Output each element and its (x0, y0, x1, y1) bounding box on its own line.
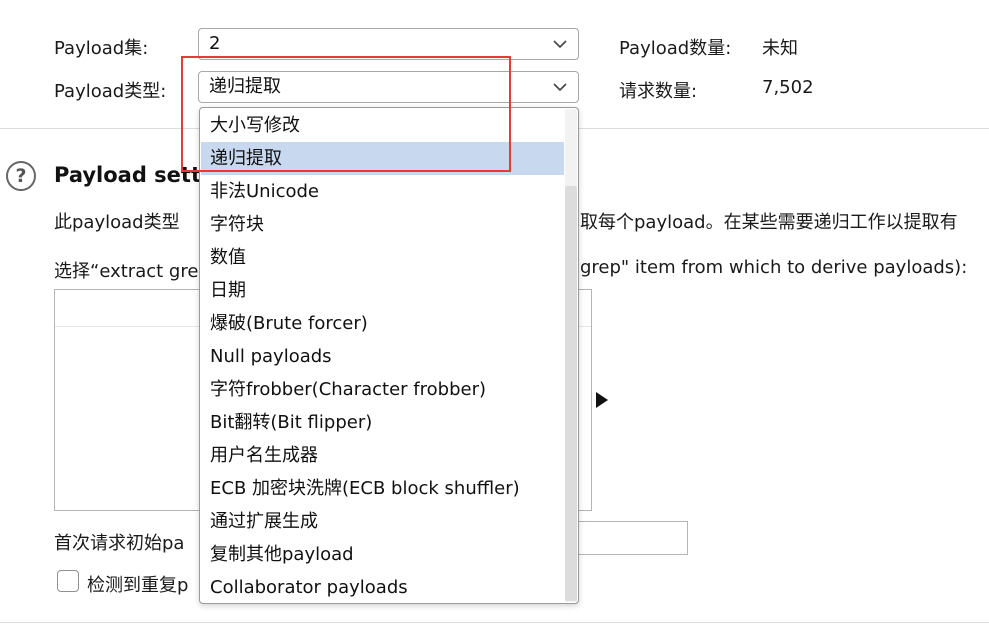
section-description-right: 取每个payload。在某些需要递归工作以提取有 (580, 212, 958, 233)
dropdown-option[interactable]: 字符块 (201, 208, 564, 241)
cropped-top-text (0, 0, 989, 8)
dropdown-option[interactable]: 复制其他payload (201, 538, 564, 571)
detect-duplicates-label: 检测到重复p (87, 575, 189, 596)
section-title: Payload sett (54, 163, 201, 187)
select-prompt-right: grep" item from which to derive payloads… (580, 257, 968, 278)
dropdown-option[interactable]: 日期 (201, 274, 564, 307)
select-prompt-left: 选择“extract gre (54, 261, 199, 282)
dropdown-scrollbar-thumb[interactable] (565, 186, 577, 601)
help-icon[interactable]: ? (6, 161, 36, 191)
detect-duplicates-checkbox[interactable] (57, 570, 79, 592)
payload-count-label: Payload数量: (619, 38, 732, 59)
initial-payload-input[interactable] (560, 521, 688, 555)
dropdown-option[interactable]: Collaborator payloads (201, 571, 564, 603)
initial-payload-label: 首次请求初始pa (54, 533, 185, 554)
dropdown-option[interactable]: 非法Unicode (201, 175, 564, 208)
dropdown-option[interactable]: 数值 (201, 241, 564, 274)
dropdown-option[interactable]: 爆破(Brute forcer) (201, 307, 564, 340)
dropdown-option[interactable]: ECB 加密块洗牌(ECB block shuffler) (201, 472, 564, 505)
payload-set-label: Payload集: (54, 38, 149, 59)
request-count-label: 请求数量: (619, 81, 698, 102)
payload-set-select[interactable]: 2 (198, 28, 579, 60)
bottom-divider (0, 622, 989, 623)
expand-arrow-icon[interactable] (596, 392, 608, 408)
payload-type-select[interactable]: 递归提取 (198, 71, 579, 103)
payload-type-value: 递归提取 (209, 76, 281, 97)
chevron-down-icon (553, 40, 567, 49)
dropdown-option[interactable]: Bit翻转(Bit flipper) (201, 406, 564, 439)
payload-set-value: 2 (209, 33, 221, 54)
payload-count-value: 未知 (762, 38, 798, 59)
payload-type-dropdown[interactable]: 大小写修改 递归提取 非法Unicode 字符块 数值 日期 爆破(Brute … (199, 107, 579, 604)
request-count-value: 7,502 (762, 77, 814, 98)
dropdown-option[interactable]: 用户名生成器 (201, 439, 564, 472)
dropdown-option[interactable]: 通过扩展生成 (201, 505, 564, 538)
dropdown-option[interactable]: Null payloads (201, 340, 564, 373)
payload-type-label: Payload类型: (54, 81, 167, 102)
chevron-down-icon (553, 83, 567, 92)
dropdown-option[interactable]: 字符frobber(Character frobber) (201, 373, 564, 406)
section-description-left: 此payload类型 (54, 212, 180, 233)
dropdown-option[interactable]: 大小写修改 (201, 109, 564, 142)
dropdown-option-selected[interactable]: 递归提取 (201, 142, 564, 175)
